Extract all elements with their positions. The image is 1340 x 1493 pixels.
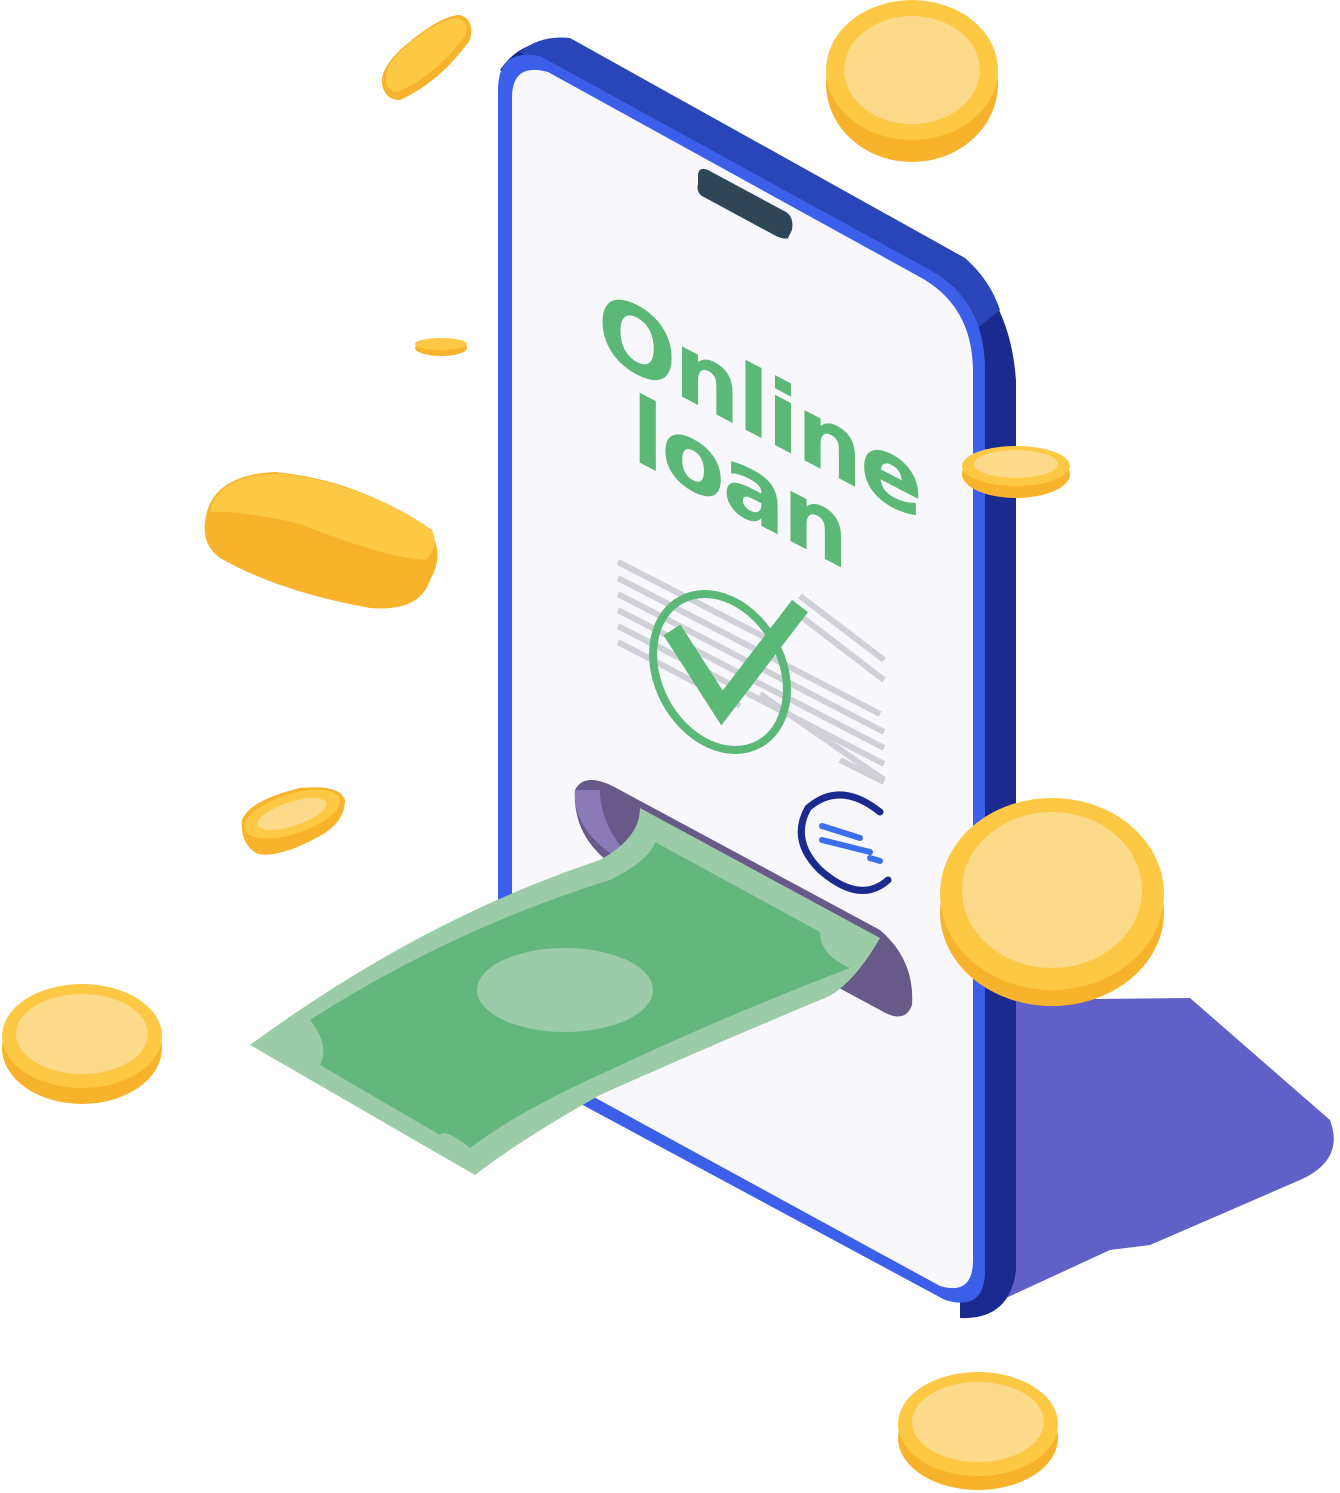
- coin-icon: [2, 984, 162, 1104]
- coin-icon: [204, 472, 438, 609]
- coin-icon: [241, 787, 345, 855]
- online-loan-illustration: Online loan: [2, 0, 1334, 1490]
- phone-shadow: [980, 998, 1334, 1310]
- coin-icon: [381, 15, 472, 100]
- coin-icon: [826, 0, 998, 162]
- coin-icon: [415, 338, 467, 356]
- coin-icon: [940, 798, 1164, 1006]
- coin-icon: [898, 1372, 1058, 1490]
- coin-icon: [962, 446, 1070, 498]
